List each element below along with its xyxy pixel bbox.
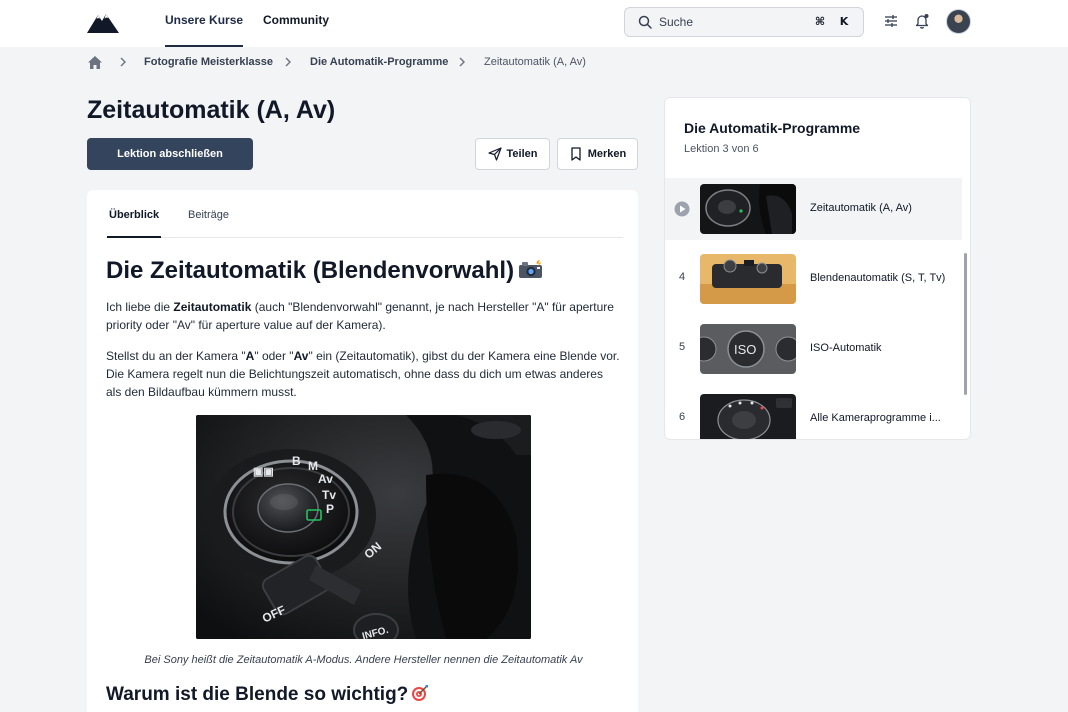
- lesson-item-4[interactable]: 4 Blendenautomatik (S, T, Tv): [665, 248, 962, 310]
- top-navigation-bar: Unsere Kurse Community Suche ⌘ K: [0, 0, 1068, 47]
- lesson-content-card: Überblick Beiträge Die Zeitautomatik (Bl…: [87, 190, 638, 712]
- intro-paragraph: Ich liebe die Zeitautomatik (auch "Blend…: [106, 298, 621, 334]
- lesson-item-current[interactable]: Zeitautomatik (A, Av): [665, 178, 962, 240]
- tab-contributions[interactable]: Beiträge: [188, 209, 229, 238]
- bookmark-button[interactable]: Merken: [557, 138, 638, 170]
- complete-lesson-button[interactable]: Lektion abschließen: [87, 138, 253, 170]
- page-title: Zeitautomatik (A, Av): [87, 96, 336, 124]
- search-icon: [638, 15, 652, 29]
- lesson-thumbnail: ISO: [700, 324, 796, 374]
- breadcrumb-module[interactable]: Die Automatik-Programme: [310, 56, 448, 68]
- command-key-hint: ⌘: [814, 15, 826, 28]
- breadcrumb-current: Zeitautomatik (A, Av): [484, 56, 586, 68]
- lesson-number: 6: [679, 411, 686, 423]
- user-avatar[interactable]: [946, 9, 971, 34]
- mountain-logo-icon[interactable]: [87, 11, 119, 33]
- lesson-label: Alle Kameraprogramme i...: [810, 412, 941, 424]
- lesson-label: ISO-Automatik: [810, 342, 882, 354]
- sliders-icon[interactable]: [883, 12, 899, 30]
- chevron-right-icon: [459, 57, 465, 67]
- camera-mode-dial-photo: ▣▣ B M Av Tv P OFF ON INFO.: [196, 415, 531, 639]
- breadcrumb-course[interactable]: Fotografie Meisterklasse: [144, 56, 273, 68]
- explanation-text-1: Stellst du an der Kamera ": [106, 349, 246, 363]
- dial-label-m: M: [308, 459, 318, 473]
- nav-link-unsere-kurse[interactable]: Unsere Kurse: [165, 13, 244, 47]
- lesson-thumbnail: [700, 254, 796, 304]
- explanation-bold-av: Av: [293, 349, 309, 363]
- image-caption: Bei Sony heißt die Zeitautomatik A-Modus…: [144, 654, 583, 666]
- dial-label-p: P: [326, 502, 334, 516]
- share-button-label: Teilen: [506, 148, 538, 160]
- lesson-list-scrollbar[interactable]: [964, 253, 967, 395]
- lesson-item-6[interactable]: 6 Alle Kameraprogramme i...: [665, 388, 962, 439]
- search-input[interactable]: Suche ⌘ K: [624, 7, 864, 37]
- nav-link-community[interactable]: Community: [263, 13, 329, 47]
- k-key-hint: K: [839, 15, 849, 28]
- dial-label-custom: ▣▣: [253, 466, 274, 478]
- intro-bold: Zeitautomatik: [173, 300, 252, 314]
- dial-label-b: B: [292, 454, 301, 468]
- content-heading-text: Die Zeitautomatik (Blendenvorwahl): [106, 257, 515, 284]
- dial-label-av: Av: [318, 472, 333, 486]
- lesson-progress-text: Lektion 3 von 6: [684, 143, 759, 155]
- intro-text-1: Ich liebe die: [106, 300, 174, 314]
- target-emoji-icon: [412, 685, 429, 701]
- lesson-thumbnail: [700, 394, 796, 439]
- bookmark-icon: [571, 147, 581, 161]
- lesson-thumbnail: [700, 184, 796, 234]
- explanation-text-2: " oder ": [254, 349, 294, 363]
- content-heading: Die Zeitautomatik (Blendenvorwahl): [106, 257, 543, 285]
- send-icon: [487, 147, 502, 161]
- svg-text:ISO: ISO: [734, 342, 756, 357]
- home-icon[interactable]: [87, 55, 103, 70]
- section-heading-text: Warum ist die Blende so wichtig?: [106, 684, 409, 705]
- chevron-right-icon: [120, 57, 126, 67]
- section-heading: Warum ist die Blende so wichtig?: [106, 684, 429, 706]
- lesson-number: 4: [679, 271, 686, 283]
- lesson-item-5[interactable]: 5 ISO ISO-Automatik: [665, 318, 962, 380]
- module-title: Die Automatik-Programme: [684, 120, 861, 136]
- explanation-paragraph: Stellst du an der Kamera "A" oder "Av" e…: [106, 347, 621, 401]
- play-icon: [674, 201, 690, 217]
- chevron-right-icon: [285, 57, 291, 67]
- share-button[interactable]: Teilen: [475, 138, 550, 170]
- lesson-label: Blendenautomatik (S, T, Tv): [810, 272, 946, 284]
- search-placeholder: Suche: [659, 15, 694, 29]
- content-tabs: Überblick Beiträge: [106, 190, 623, 238]
- bookmark-button-label: Merken: [587, 148, 627, 160]
- lesson-number: 5: [679, 341, 686, 353]
- bell-icon[interactable]: [914, 12, 930, 30]
- dial-label-tv: Tv: [322, 488, 336, 502]
- camera-flash-emoji-icon: [519, 260, 543, 278]
- lesson-list-panel: Die Automatik-Programme Lektion 3 von 6 …: [664, 97, 971, 440]
- tab-overview[interactable]: Überblick: [106, 209, 162, 238]
- lesson-label: Zeitautomatik (A, Av): [810, 202, 912, 214]
